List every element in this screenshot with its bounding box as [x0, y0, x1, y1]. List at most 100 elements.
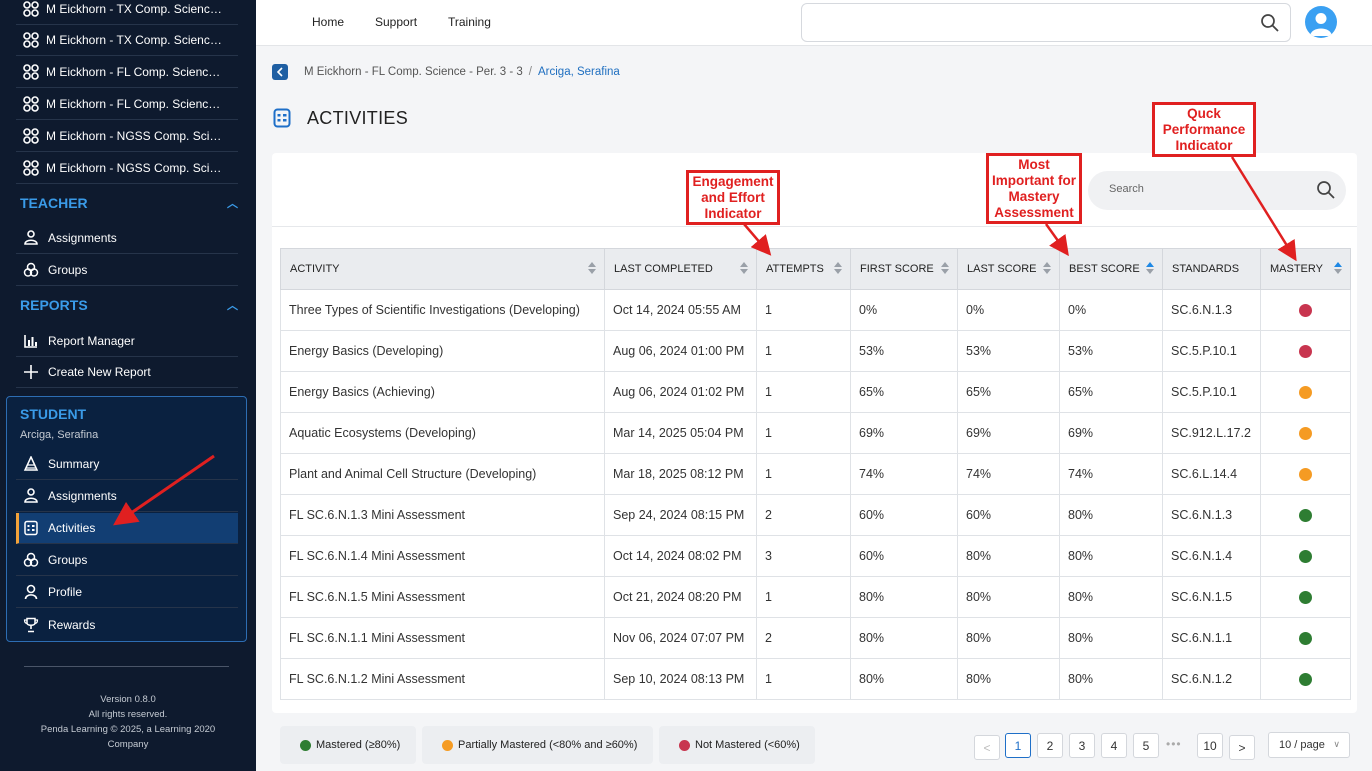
cell-first-score: 60% [850, 494, 958, 536]
cell-last-completed: Sep 10, 2024 08:13 PM [604, 658, 757, 700]
table-row[interactable]: Energy Basics (Achieving) Aug 06, 2024 01… [280, 371, 1351, 413]
student-nav-activities[interactable]: Activities [16, 513, 238, 544]
mastery-dot-partial [1299, 468, 1312, 482]
col-label: ACTIVITY [290, 263, 340, 275]
student-nav-summary[interactable]: Summary [16, 449, 238, 480]
reports-section-toggle[interactable]: REPORTS ︿ [20, 297, 240, 313]
prev-page-button[interactable]: < [974, 735, 1000, 760]
nav-item-label: Summary [48, 457, 100, 471]
table-row[interactable]: FL SC.6.N.1.2 Mini Assessment Sep 10, 202… [280, 658, 1351, 700]
col-header-activity[interactable]: ACTIVITY [280, 248, 605, 290]
cell-activity: FL SC.6.N.1.5 Mini Assessment [280, 576, 605, 618]
nav-home[interactable]: Home [312, 15, 344, 29]
sort-icon[interactable] [834, 262, 842, 274]
teacher-heading: TEACHER [20, 195, 88, 211]
chevron-up-icon: ︿ [227, 198, 238, 210]
col-header-best-score[interactable]: BEST SCORE [1059, 248, 1163, 290]
student-heading: STUDENT [20, 406, 87, 422]
col-header-last-score[interactable]: LAST SCORE [957, 248, 1060, 290]
cell-standard: SC.6.N.1.5 [1162, 576, 1261, 618]
search-icon[interactable] [1260, 13, 1280, 38]
page-button-3[interactable]: 3 [1069, 733, 1095, 758]
cell-attempts: 1 [756, 289, 851, 331]
global-search-input[interactable] [801, 3, 1291, 42]
cell-activity: FL SC.6.N.1.2 Mini Assessment [280, 658, 605, 700]
cell-last-completed: Aug 06, 2024 01:02 PM [604, 371, 757, 413]
pagination-ellipsis[interactable]: ••• [1166, 737, 1182, 751]
cell-best-score: 80% [1059, 658, 1163, 700]
top-bar: Home Support Training [256, 0, 1372, 46]
chevron-left-icon [276, 67, 283, 77]
sort-icon[interactable] [740, 262, 748, 274]
class-item[interactable]: M Eickhorn - NGSS Comp. Science - Per. 6 [16, 153, 238, 184]
student-nav-rewards[interactable]: Rewards [16, 609, 238, 640]
next-page-button[interactable]: > [1229, 735, 1255, 760]
breadcrumb-parent[interactable]: M Eickhorn - FL Comp. Science - Per. 3 -… [304, 66, 523, 78]
class-item[interactable]: M Eickhorn - FL Comp. Science - Per. 4 [16, 89, 238, 120]
col-label: LAST SCORE [967, 263, 1037, 275]
teacher-section-toggle[interactable]: TEACHER ︿ [20, 195, 240, 211]
sort-icon[interactable] [588, 262, 596, 274]
legend-label: Not Mastered (<60%) [695, 739, 800, 751]
cell-standard: SC.5.P.10.1 [1162, 371, 1261, 413]
class-item[interactable]: M Eickhorn - FL Comp. Science - Per. 3 [16, 57, 238, 88]
table-row[interactable]: Energy Basics (Developing) Aug 06, 2024 0… [280, 330, 1351, 372]
table-row[interactable]: FL SC.6.N.1.3 Mini Assessment Sep 24, 202… [280, 494, 1351, 536]
page-button-5[interactable]: 5 [1133, 733, 1159, 758]
cell-best-score: 0% [1059, 289, 1163, 331]
col-header-last-completed[interactable]: LAST COMPLETED [604, 248, 757, 290]
table-row[interactable]: Plant and Animal Cell Structure (Develop… [280, 453, 1351, 495]
class-item[interactable]: M Eickhorn - TX Comp. Science - Per. 1 [16, 0, 238, 25]
user-avatar[interactable] [1305, 6, 1337, 38]
nav-item-label: Report Manager [48, 334, 135, 348]
mastery-dot-not [1299, 304, 1312, 318]
cell-mastery [1260, 535, 1351, 577]
mastery-dot-partial [1299, 427, 1312, 441]
back-button[interactable] [272, 64, 288, 80]
cell-best-score: 74% [1059, 453, 1163, 495]
page-size-value: 10 / page [1279, 739, 1325, 751]
col-label: BEST SCORE [1069, 263, 1140, 275]
reports-nav-create-report[interactable]: Create New Report [16, 357, 238, 388]
plus-icon [22, 363, 40, 381]
breadcrumb-current[interactable]: Arciga, Serafina [538, 66, 620, 78]
table-row[interactable]: FL SC.6.N.1.5 Mini Assessment Oct 21, 202… [280, 576, 1351, 618]
nav-training[interactable]: Training [448, 15, 491, 29]
student-nav-groups[interactable]: Groups [16, 545, 238, 576]
class-item[interactable]: M Eickhorn - TX Comp. Science - Per. 2 [16, 25, 238, 56]
page-button-2[interactable]: 2 [1037, 733, 1063, 758]
page-button-4[interactable]: 4 [1101, 733, 1127, 758]
col-label: LAST COMPLETED [614, 263, 713, 275]
cell-first-score: 60% [850, 535, 958, 577]
col-header-first-score[interactable]: FIRST SCORE [850, 248, 958, 290]
cell-mastery [1260, 453, 1351, 495]
page-size-select[interactable]: 10 / page ∨ [1268, 732, 1350, 758]
class-item[interactable]: M Eickhorn - NGSS Comp. Science - Per. 5 [16, 121, 238, 152]
table-search-input[interactable]: Search [1088, 171, 1346, 210]
page-button-1[interactable]: 1 [1005, 733, 1031, 758]
class-item-label: M Eickhorn - NGSS Comp. Science - Per. 6 [46, 161, 226, 175]
table-row[interactable]: Aquatic Ecosystems (Developing) Mar 14, 2… [280, 412, 1351, 454]
cell-standard: SC.6.L.14.4 [1162, 453, 1261, 495]
sort-icon[interactable] [1146, 262, 1154, 274]
cell-last-score: 53% [957, 330, 1060, 372]
search-icon[interactable] [1316, 180, 1336, 205]
table-row[interactable]: FL SC.6.N.1.4 Mini Assessment Oct 14, 202… [280, 535, 1351, 577]
table-row[interactable]: FL SC.6.N.1.1 Mini Assessment Nov 06, 202… [280, 617, 1351, 659]
cell-last-score: 65% [957, 371, 1060, 413]
col-header-mastery[interactable]: MASTERY [1260, 248, 1351, 290]
teacher-nav-groups[interactable]: Groups [16, 255, 238, 286]
reports-nav-report-manager[interactable]: Report Manager [16, 326, 238, 357]
table-row[interactable]: Three Types of Scientific Investigations… [280, 289, 1351, 331]
student-nav-profile[interactable]: Profile [16, 577, 238, 608]
sort-icon[interactable] [1043, 262, 1051, 274]
teacher-nav-assignments[interactable]: Assignments [16, 223, 238, 254]
sort-icon[interactable] [941, 262, 949, 274]
student-nav-assignments[interactable]: Assignments [16, 481, 238, 512]
nav-support[interactable]: Support [375, 15, 417, 29]
cell-last-completed: Oct 14, 2024 08:02 PM [604, 535, 757, 577]
page-button-10[interactable]: 10 [1197, 733, 1223, 758]
cell-last-score: 74% [957, 453, 1060, 495]
sort-icon[interactable] [1334, 262, 1342, 274]
col-header-attempts[interactable]: ATTEMPTS [756, 248, 851, 290]
